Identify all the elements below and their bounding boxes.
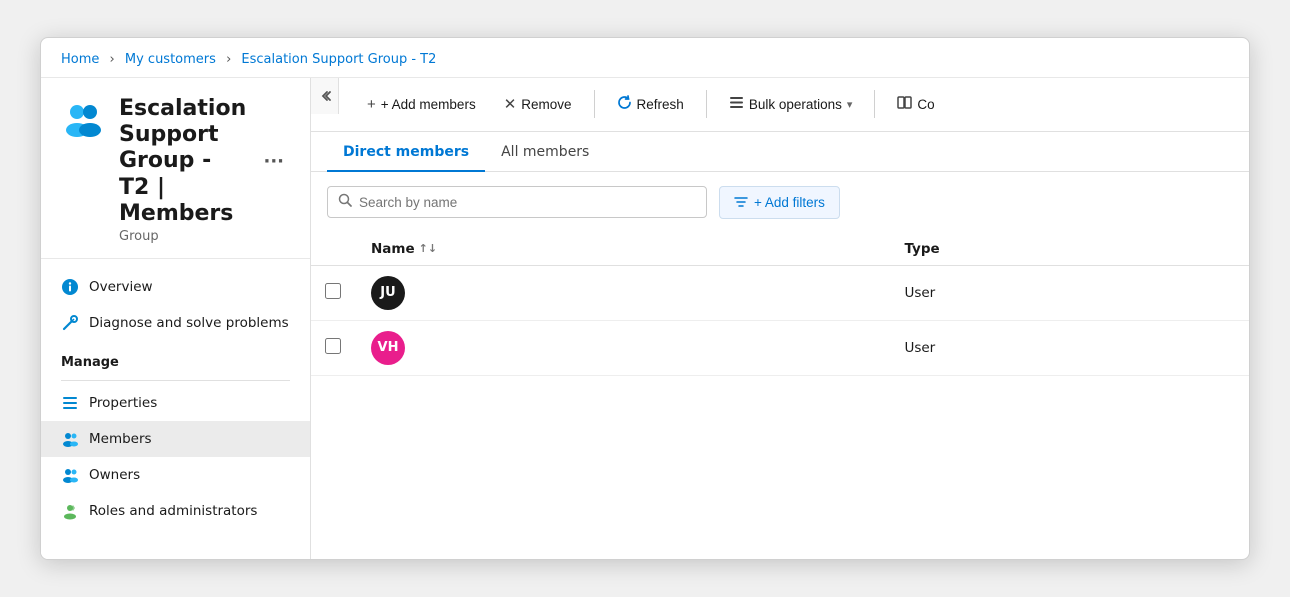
search-input[interactable] (359, 195, 696, 210)
chevron-down-icon: ▾ (847, 98, 853, 111)
table-row: VH User (311, 320, 1249, 375)
sidebar-nav: Overview Diagnose and solve problems Man… (41, 259, 310, 539)
tabs-row: Direct members All members (311, 132, 1249, 172)
info-icon (61, 278, 79, 296)
table-row: JU User (311, 265, 1249, 320)
columns-icon (897, 95, 912, 114)
members-icon (61, 430, 79, 448)
sidebar: Escalation Support Group - T2 | Members … (41, 78, 311, 560)
sidebar-item-owners-label: Owners (89, 467, 140, 483)
sidebar-item-overview-label: Overview (89, 279, 153, 295)
roles-icon (61, 502, 79, 520)
app-window: Home › My customers › Escalation Support… (40, 37, 1250, 561)
refresh-icon (617, 95, 632, 114)
main-layout: Escalation Support Group - T2 | Members … (41, 78, 1249, 560)
breadcrumb: Home › My customers › Escalation Support… (41, 38, 1249, 78)
row2-type-cell: User (890, 320, 1249, 375)
collapse-sidebar-button[interactable] (311, 78, 339, 114)
sidebar-item-roles-label: Roles and administrators (89, 503, 257, 519)
filter-icon (734, 194, 748, 211)
breadcrumb-my-customers[interactable]: My customers (125, 52, 216, 67)
row1-check-cell (311, 265, 357, 320)
members-table-wrapper: Name ↑↓ Type (311, 233, 1249, 376)
table-header-row: Name ↑↓ Type (311, 233, 1249, 266)
toolbar: + + Add members ✕ Remove (339, 78, 1249, 131)
sidebar-item-roles[interactable]: Roles and administrators (41, 493, 310, 529)
page-header: Escalation Support Group - T2 | Members … (41, 78, 310, 260)
row1-initials: JU (380, 285, 395, 300)
row2-name-cell: VH (357, 320, 890, 375)
name-sort[interactable]: Name ↑↓ (371, 241, 437, 257)
sort-icon: ↑↓ (419, 242, 437, 255)
th-type: Type (890, 233, 1249, 266)
tab-direct-members-label: Direct members (343, 144, 469, 160)
add-members-label: + Add members (381, 97, 476, 112)
bulk-operations-button[interactable]: Bulk operations ▾ (717, 88, 865, 121)
toolbar-sep2 (706, 90, 707, 118)
row2-check-cell (311, 320, 357, 375)
sidebar-item-diagnose-label: Diagnose and solve problems (89, 315, 289, 331)
properties-icon (61, 394, 79, 412)
search-box[interactable] (327, 186, 707, 218)
row1-type-cell: User (890, 265, 1249, 320)
row1-avatar: JU (371, 276, 405, 310)
add-icon: + (367, 96, 376, 113)
manage-section-label: Manage (41, 341, 310, 376)
name-col-label: Name (371, 241, 415, 257)
row2-type: User (904, 340, 935, 356)
page-header-text: Escalation Support Group - T2 | Members … (119, 96, 290, 245)
search-filter-row: + Add filters (311, 172, 1249, 233)
owners-icon (61, 466, 79, 484)
toolbar-sep3 (874, 90, 875, 118)
sidebar-item-diagnose[interactable]: Diagnose and solve problems (41, 305, 310, 341)
type-col-label: Type (904, 241, 939, 257)
breadcrumb-sep1: › (110, 52, 115, 67)
members-table: Name ↑↓ Type (311, 233, 1249, 376)
sidebar-divider (61, 380, 290, 381)
breadcrumb-home[interactable]: Home (61, 52, 99, 67)
sidebar-item-members-label: Members (89, 431, 152, 447)
breadcrumb-group[interactable]: Escalation Support Group - T2 (241, 52, 436, 67)
row2-initials: VH (378, 340, 399, 355)
remove-label: Remove (521, 97, 571, 112)
wrench-icon (61, 314, 79, 332)
breadcrumb-sep2: › (226, 52, 231, 67)
bulk-icon (729, 95, 744, 114)
tab-all-members-label: All members (501, 144, 589, 160)
sidebar-item-overview[interactable]: Overview (41, 269, 310, 305)
more-options-button[interactable]: ··· (257, 149, 290, 174)
content-area: + + Add members ✕ Remove (311, 78, 1249, 560)
row1-checkbox[interactable] (325, 283, 341, 299)
row1-name-cell: JU (357, 265, 890, 320)
refresh-button[interactable]: Refresh (605, 88, 696, 121)
remove-icon: ✕ (504, 95, 517, 113)
th-checkbox (311, 233, 357, 266)
add-members-button[interactable]: + + Add members (355, 89, 488, 120)
columns-button[interactable]: Co (885, 88, 946, 121)
row2-checkbox[interactable] (325, 338, 341, 354)
page-subtitle: Group (119, 229, 290, 244)
sidebar-item-properties-label: Properties (89, 395, 157, 411)
remove-button[interactable]: ✕ Remove (492, 88, 584, 120)
group-icon (61, 96, 105, 140)
columns-label: Co (917, 97, 934, 112)
tab-all-members[interactable]: All members (485, 132, 605, 172)
row2-avatar: VH (371, 331, 405, 365)
bulk-operations-label: Bulk operations (749, 97, 842, 112)
row1-type: User (904, 285, 935, 301)
refresh-label: Refresh (637, 97, 684, 112)
sidebar-item-members[interactable]: Members (41, 421, 310, 457)
th-name[interactable]: Name ↑↓ (357, 233, 890, 266)
tab-direct-members[interactable]: Direct members (327, 132, 485, 172)
sidebar-item-owners[interactable]: Owners (41, 457, 310, 493)
sidebar-item-properties[interactable]: Properties (41, 385, 310, 421)
toolbar-sep1 (594, 90, 595, 118)
add-filters-button[interactable]: + Add filters (719, 186, 840, 219)
search-icon (338, 193, 352, 211)
page-title: Escalation Support Group - T2 | Members (119, 96, 247, 228)
add-filters-label: + Add filters (754, 195, 825, 210)
